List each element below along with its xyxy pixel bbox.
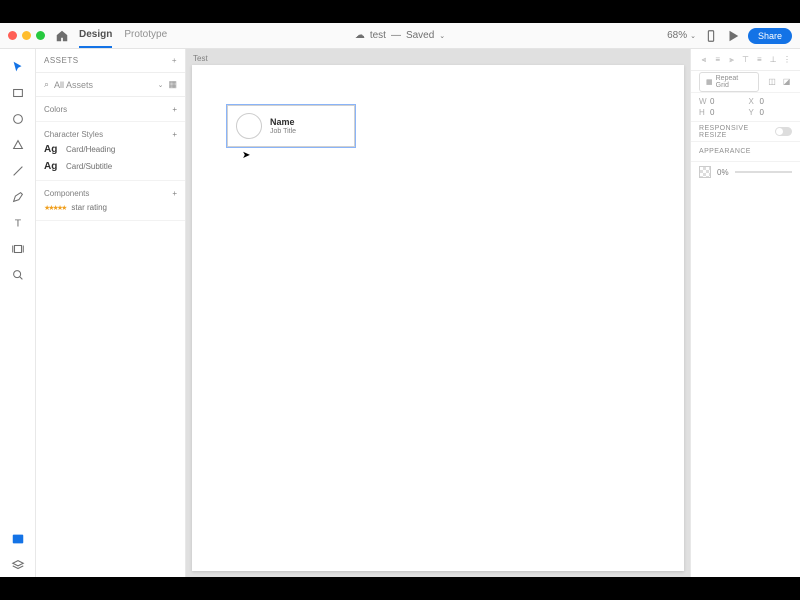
x-field[interactable]: X0 [749,97,793,106]
titlebar: Design Prototype ☁ test — Saved ⌄ 68% ⌄ … [0,23,800,49]
align-controls: ⫷ ≡ ⫸ ⊤ ≡ ⊥ ⋮ [691,49,800,71]
tab-prototype[interactable]: Prototype [124,23,167,48]
assets-header: ASSETS + [36,49,185,73]
close-window-button[interactable] [8,31,17,40]
opacity-control: 0% [691,162,800,182]
colors-section: Colors + [36,97,185,122]
chevron-down-icon: ⌄ [158,81,164,89]
style-sample: Ag [44,144,60,155]
tool-rail: T [0,49,36,577]
maximize-window-button[interactable] [36,31,45,40]
rectangle-tool[interactable] [5,81,31,105]
home-icon[interactable] [55,29,69,43]
repeat-grid-button[interactable]: ▦ Repeat Grid [699,72,759,92]
component-item-label: star rating [71,203,107,212]
align-center-v-icon[interactable]: ≡ [754,54,765,65]
add-color-icon[interactable]: + [172,105,177,114]
window-controls [8,31,45,40]
opacity-value[interactable]: 0% [717,168,729,177]
stars-icon: ★★★★★ [44,204,65,212]
zoom-value: 68% [667,30,687,41]
responsive-resize-header: RESPONSIVE RESIZE [691,122,800,142]
style-item-label: Card/Heading [66,145,115,154]
artboard-tool[interactable] [5,237,31,261]
titlebar-right: 68% ⌄ Share [667,28,792,44]
artboard[interactable]: Name Job Title ➤ [192,65,684,571]
tab-design[interactable]: Design [79,23,112,48]
y-field[interactable]: Y0 [749,108,793,117]
cloud-icon: ☁ [355,30,365,41]
artboard-label[interactable]: Test [193,54,208,63]
char-styles-section-header[interactable]: Character Styles + [44,127,177,141]
cursor-icon: ➤ [242,150,250,161]
card-name-text[interactable]: Name [270,117,296,127]
character-styles-section: Character Styles + Ag Card/Heading Ag Ca… [36,122,185,181]
line-tool[interactable] [5,159,31,183]
asset-search[interactable]: ⌕ All Assets ⌄ ▦ [36,73,185,97]
transform-controls: W0 X0 H0 Y0 [691,93,800,122]
style-sample: Ag [44,161,60,172]
layers-panel-toggle[interactable] [5,553,31,577]
avatar-placeholder[interactable] [236,113,262,139]
card-subtitle-text[interactable]: Job Title [270,128,296,135]
subtract-boolean-icon[interactable]: ◪ [781,76,792,87]
repeat-grid-row: ▦ Repeat Grid ◫ ◪ [691,71,800,93]
align-left-icon[interactable]: ⫷ [698,54,709,65]
add-asset-icon[interactable]: + [172,56,177,65]
ellipse-tool[interactable] [5,107,31,131]
assets-panel: ASSETS + ⌕ All Assets ⌄ ▦ Colors + Chara… [36,49,186,577]
style-item-subtitle[interactable]: Ag Card/Subtitle [44,158,177,175]
zoom-control[interactable]: 68% ⌄ [667,30,696,41]
opacity-slider[interactable] [735,171,792,173]
minimize-window-button[interactable] [22,31,31,40]
align-top-icon[interactable]: ⊤ [740,54,751,65]
grid-icon: ▦ [706,78,713,86]
svg-text:T: T [14,218,21,230]
chevron-down-icon: ⌄ [690,32,696,40]
opacity-swatch[interactable] [699,166,711,178]
zoom-tool[interactable] [5,263,31,287]
style-item-heading[interactable]: Ag Card/Heading [44,141,177,158]
doc-status: Saved [406,30,434,41]
doc-separator: — [391,30,401,41]
components-section-header[interactable]: Components + [44,186,177,200]
text-tool[interactable]: T [5,211,31,235]
main: T ASSETS + ⌕ All Assets ⌄ ▦ Colors + [0,49,800,577]
width-field[interactable]: W0 [699,97,743,106]
inspector-panel: ⫷ ≡ ⫸ ⊤ ≡ ⊥ ⋮ ▦ Repeat Grid ◫ ◪ W0 X0 [690,49,800,577]
appearance-header: APPEARANCE [691,142,800,162]
align-right-icon[interactable]: ⫸ [726,54,737,65]
share-button[interactable]: Share [748,28,792,44]
components-section: Components + ★★★★★ star rating [36,181,185,221]
card-component[interactable]: Name Job Title [227,105,355,147]
align-center-h-icon[interactable]: ≡ [712,54,723,65]
style-item-label: Card/Subtitle [66,162,112,171]
chevron-down-icon: ⌄ [439,32,445,40]
align-bottom-icon[interactable]: ⊥ [768,54,779,65]
add-boolean-icon[interactable]: ◫ [767,76,778,87]
mode-tabs: Design Prototype [79,23,167,48]
canvas[interactable]: Test Name Job Title ➤ [186,49,690,577]
play-icon[interactable] [726,29,740,43]
height-field[interactable]: H0 [699,108,743,117]
grid-view-icon[interactable]: ▦ [168,79,177,90]
responsive-toggle[interactable] [775,127,792,136]
select-tool[interactable] [5,55,31,79]
device-preview-icon[interactable] [704,29,718,43]
component-star-rating[interactable]: ★★★★★ star rating [44,200,177,215]
pen-tool[interactable] [5,185,31,209]
assets-header-label: ASSETS [44,56,79,65]
distribute-icon[interactable]: ⋮ [781,54,792,65]
add-style-icon[interactable]: + [172,130,177,139]
doc-name: test [370,30,386,41]
asset-search-label: All Assets [54,80,153,90]
polygon-tool[interactable] [5,133,31,157]
assets-panel-toggle[interactable] [5,527,31,551]
document-title[interactable]: ☁ test — Saved ⌄ [355,30,445,41]
card-text: Name Job Title [270,117,296,135]
app-window: Design Prototype ☁ test — Saved ⌄ 68% ⌄ … [0,23,800,577]
add-component-icon[interactable]: + [172,189,177,198]
colors-section-header[interactable]: Colors + [44,102,177,116]
search-icon: ⌕ [44,79,49,90]
